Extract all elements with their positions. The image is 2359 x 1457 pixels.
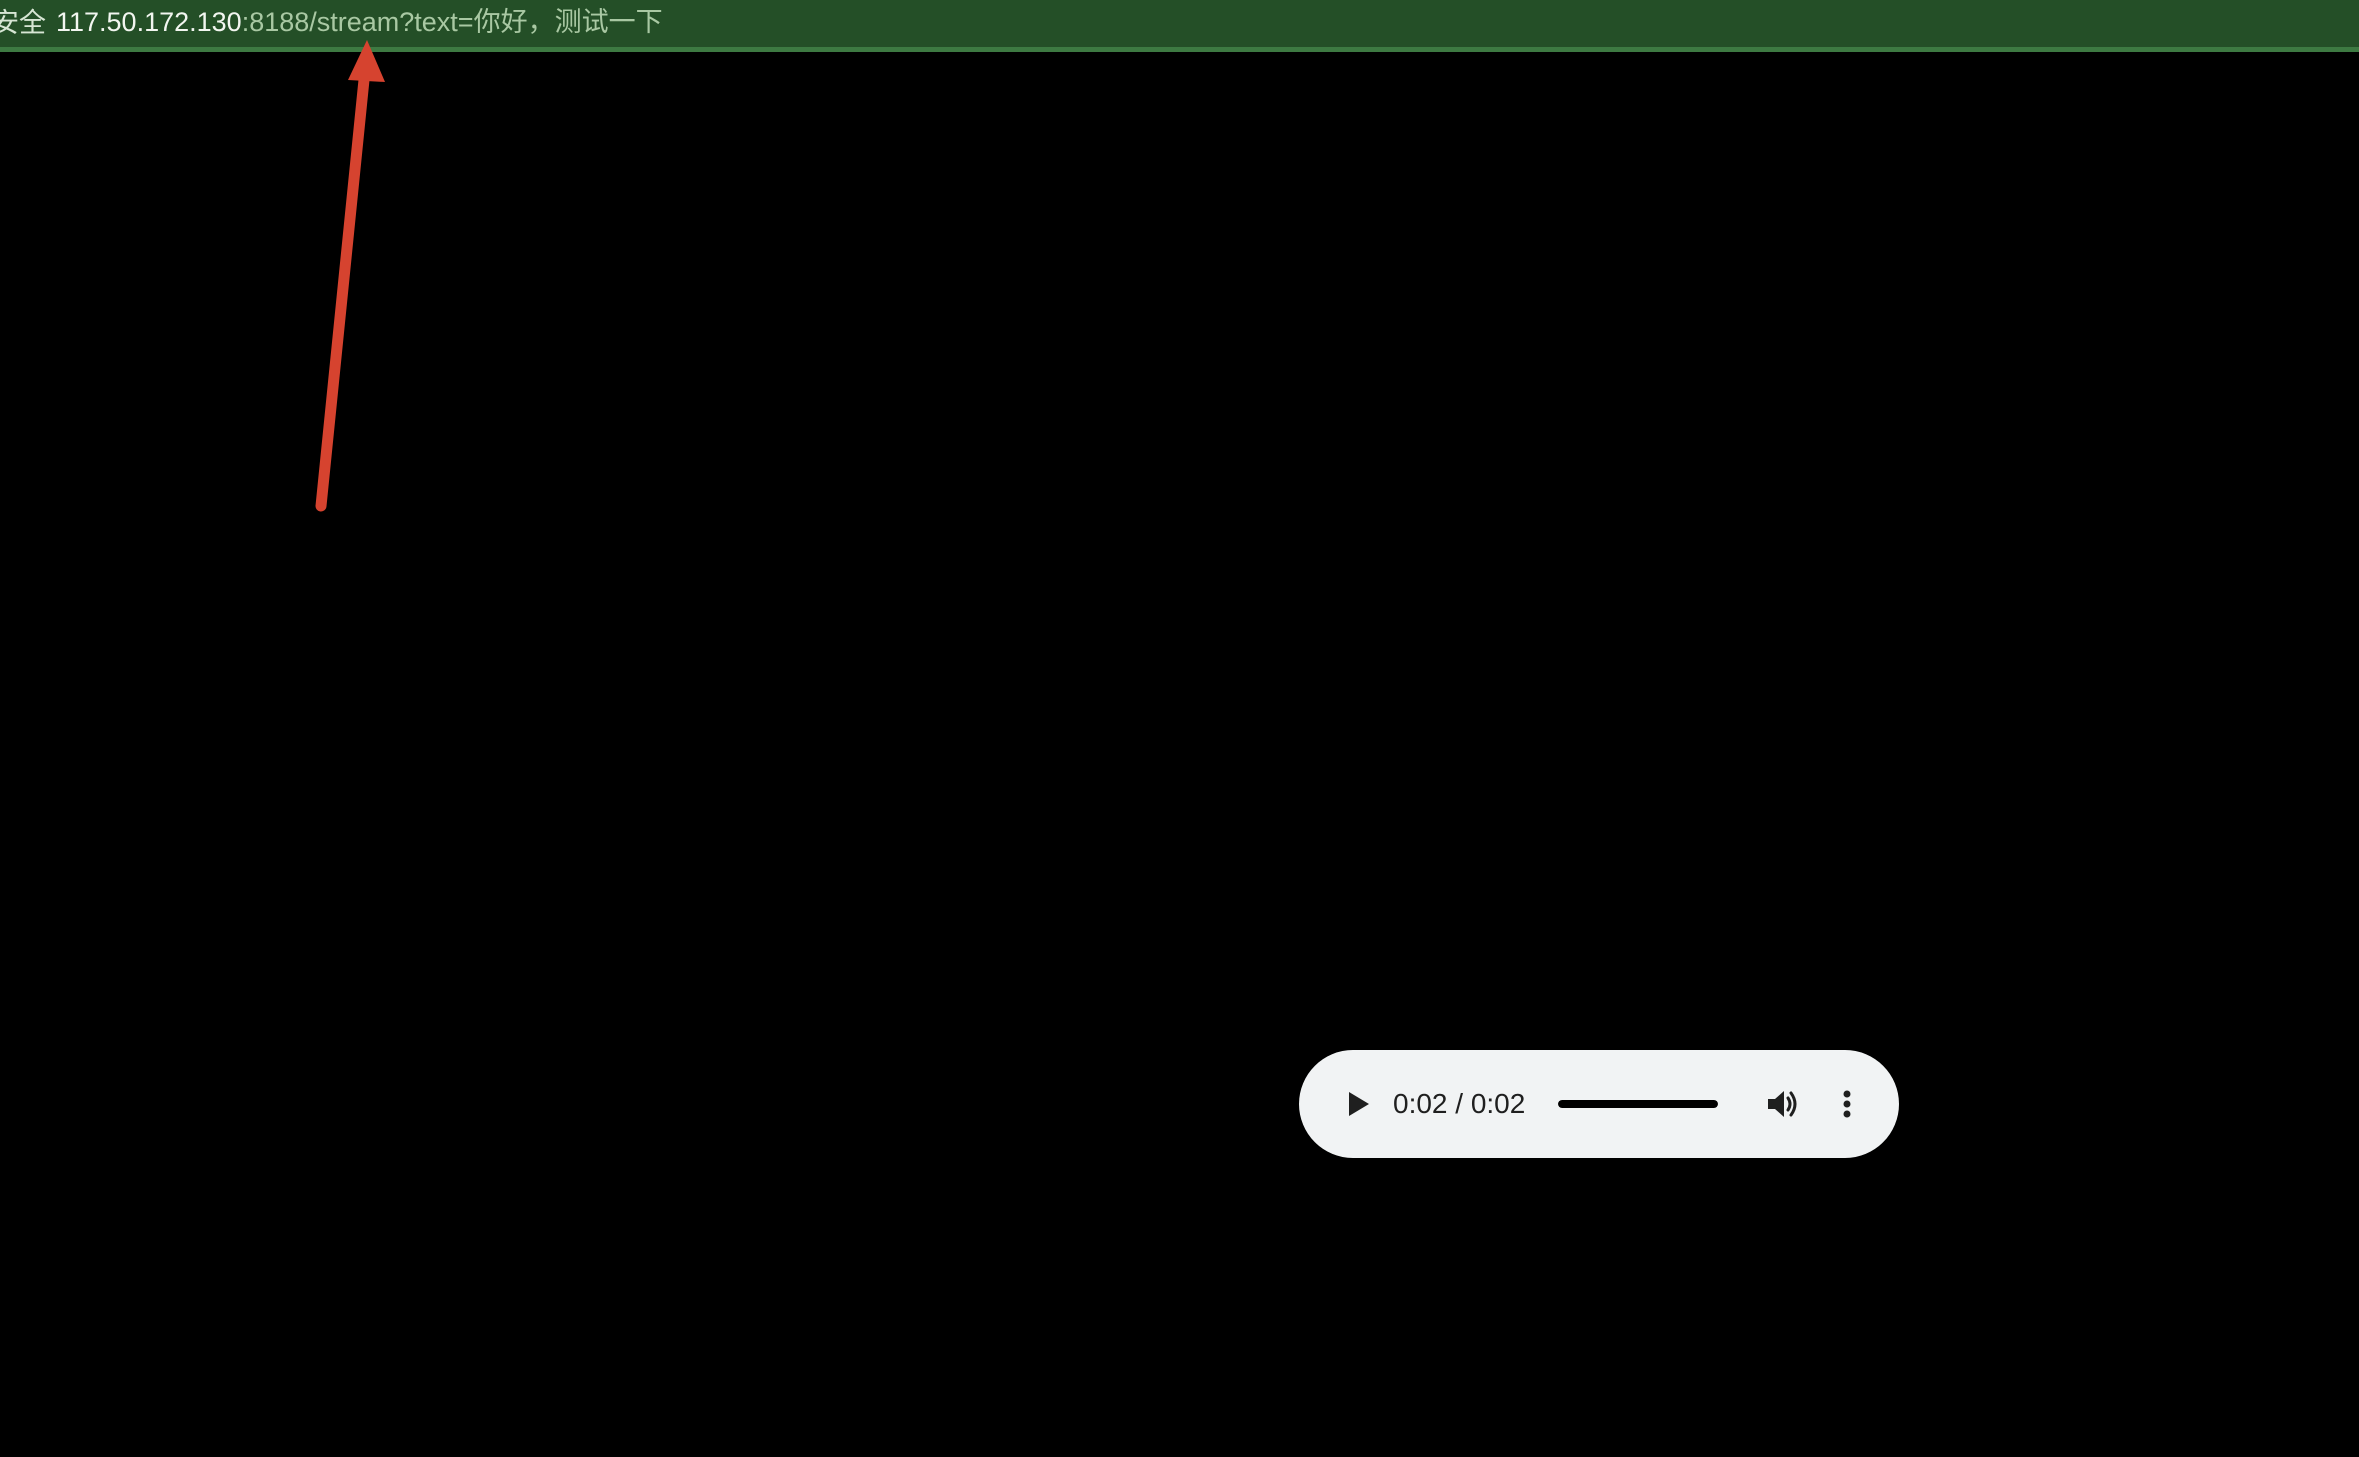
url-path: :8188/stream?text=你好，测试一下 — [241, 7, 663, 37]
annotation-arrow-shaft — [315, 64, 371, 512]
url-field[interactable]: 117.50.172.130:8188/stream?text=你好，测试一下 — [56, 6, 663, 38]
volume-icon — [1768, 1091, 1797, 1117]
progress-fill — [1558, 1100, 1718, 1108]
annotation-arrow-icon — [315, 40, 385, 512]
more-options-button[interactable] — [1825, 1082, 1869, 1126]
time-display: 0:02 / 0:02 — [1393, 1088, 1526, 1119]
security-label[interactable]: 安全 — [0, 8, 46, 38]
play-icon — [1349, 1092, 1369, 1116]
more-vert-icon — [1843, 1090, 1851, 1118]
address-bar[interactable]: 安全 117.50.172.130:8188/stream?text=你好，测试… — [0, 0, 2359, 52]
url-host: 117.50.172.130 — [56, 7, 242, 37]
audio-player: 0:02 / 0:02 — [1299, 1050, 1899, 1158]
progress-slider[interactable] — [1558, 1100, 1718, 1108]
play-button[interactable] — [1335, 1082, 1379, 1126]
volume-button[interactable] — [1761, 1082, 1805, 1126]
